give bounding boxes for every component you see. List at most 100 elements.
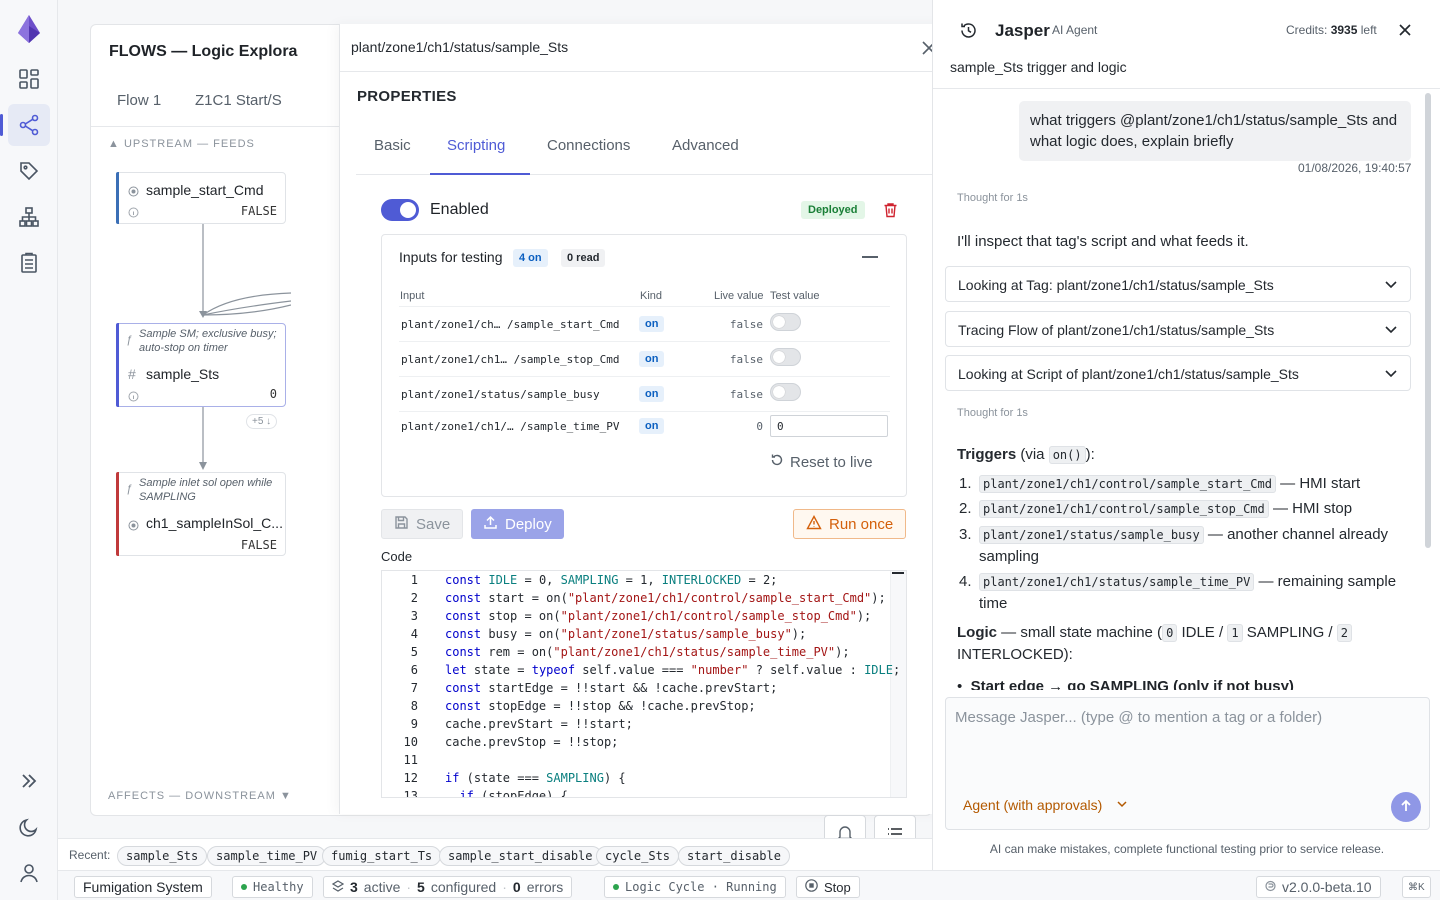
dashboard-icon[interactable] <box>8 58 50 100</box>
test-value-input[interactable]: 0 <box>770 415 888 437</box>
node-sample-inlet-sol[interactable]: ƒ Sample inlet sol open while SAMPLING c… <box>116 472 286 556</box>
step-tag[interactable]: Looking at Tag: plant/zone1/ch1/status/s… <box>945 266 1411 302</box>
reset-to-live-button[interactable]: Reset to live <box>770 453 873 471</box>
shortcut-badge[interactable]: ⌘K <box>1402 876 1431 898</box>
moon-icon[interactable] <box>8 806 50 848</box>
on-count-badge: 4 on <box>513 249 548 267</box>
flows-icon[interactable] <box>0 104 50 146</box>
node-accent <box>116 172 119 224</box>
hierarchy-icon[interactable] <box>8 196 50 238</box>
system-name[interactable]: Fumigation System <box>74 876 212 898</box>
status-bar: Fumigation System Healthy 3 active · 5 conf… <box>58 870 1440 900</box>
stats-badge[interactable]: 3 active · 5 configured · 0 errors <box>323 876 573 898</box>
tab-connections[interactable]: Connections <box>547 137 630 154</box>
recent-item[interactable]: sample_time_PV <box>207 846 327 866</box>
input-name: plant/zone1/ch… /sample_start_Cmd <box>401 318 620 331</box>
save-button[interactable]: Save <box>381 509 464 539</box>
kind-badge: on <box>639 386 665 402</box>
logic-title: Logic <box>957 624 997 641</box>
conversation-title: sample_Sts trigger and logic <box>950 59 1127 75</box>
node-accent <box>116 323 119 407</box>
step-script[interactable]: Looking at Script of plant/zone1/ch1/sta… <box>945 355 1411 391</box>
stop-button[interactable]: Stop <box>796 876 860 898</box>
agent-panel: Jasper AI Agent Credits: 3935 left sampl… <box>932 0 1440 870</box>
stop-label: Stop <box>824 879 851 895</box>
user-message: what triggers @plant/zone1/ch1/status/sa… <box>1019 101 1411 161</box>
mode-select[interactable]: Agent (with approvals) <box>963 797 1128 813</box>
tags-icon[interactable] <box>8 150 50 192</box>
live-value: 0 <box>756 420 763 433</box>
node-sample-start-cmd[interactable]: sample_start_Cmd FALSE <box>116 172 286 224</box>
code-label: Code <box>381 549 413 564</box>
tab-scripting[interactable]: Scripting <box>447 137 505 154</box>
bullet-item: • Start edge → go SAMPLING (only if not … <box>957 676 1417 690</box>
enabled-toggle[interactable] <box>381 199 419 221</box>
list-number: 2. <box>959 500 972 517</box>
downstream-label: AFFECTS — DOWNSTREAM ▼ <box>108 790 292 802</box>
version-badge[interactable]: v2.0.0-beta.10 <box>1256 876 1381 898</box>
deploy-button[interactable]: Deploy <box>471 509 564 539</box>
state-label: IDLE / <box>1181 624 1224 641</box>
node-value: FALSE <box>240 204 277 218</box>
node-sample-sts[interactable]: ƒ Sample SM; exclusive busy; auto-stop o… <box>116 323 286 407</box>
expand-icon[interactable] <box>8 760 50 802</box>
thought-label[interactable]: Thought for 1s <box>957 192 1028 204</box>
step-label: Looking at Tag: plant/zone1/ch1/status/s… <box>958 277 1274 293</box>
logic-cycle-badge[interactable]: Logic Cycle · Running <box>604 876 786 898</box>
step-label: Tracing Flow of plant/zone1/ch1/status/s… <box>958 322 1275 338</box>
app-logo-icon[interactable] <box>8 8 50 50</box>
tab-advanced[interactable]: Advanced <box>672 137 739 154</box>
running-dot <box>613 884 619 890</box>
version-label: v2.0.0-beta.10 <box>1282 879 1372 895</box>
send-button[interactable] <box>1391 792 1421 822</box>
node-description: Sample inlet sol open while SAMPLING <box>139 477 273 503</box>
info-icon[interactable] <box>128 389 139 405</box>
test-toggle[interactable] <box>770 348 801 366</box>
live-value: false <box>729 388 763 401</box>
collapse-icon[interactable] <box>862 256 878 258</box>
active-label: active <box>363 879 401 895</box>
input-name: plant/zone1/ch1… /sample_stop_Cmd <box>401 353 620 366</box>
test-toggle[interactable] <box>770 313 801 331</box>
message-composer: Message Jasper... (type @ to mention a t… <box>945 697 1430 830</box>
message-input[interactable]: Message Jasper... (type @ to mention a t… <box>955 709 1322 726</box>
health-label: Healthy <box>253 880 304 894</box>
enabled-label: Enabled <box>430 201 489 218</box>
run-once-button[interactable]: Run once <box>793 509 907 539</box>
more-downstream-chip[interactable]: +5 ↓ <box>246 414 278 429</box>
input-name: plant/zone1/ch1/… /sample_time_PV <box>401 420 620 433</box>
deploy-label: Deploy <box>505 515 552 533</box>
reports-icon[interactable] <box>8 242 50 284</box>
test-toggle[interactable] <box>770 383 801 401</box>
recent-item[interactable]: fumig_start_Ts <box>322 846 442 866</box>
info-icon[interactable] <box>128 205 139 221</box>
input-name: plant/zone1/status/sample_busy <box>401 388 600 401</box>
user-icon[interactable] <box>8 852 50 894</box>
active-count: 3 <box>350 879 358 895</box>
recent-item[interactable]: sample_start_disable <box>439 846 602 866</box>
history-icon[interactable] <box>959 21 978 43</box>
triggers-title: Triggers <box>957 446 1017 463</box>
chat-scrollbar[interactable] <box>1425 93 1431 548</box>
recent-item[interactable]: start_disable <box>678 846 790 866</box>
close-panel-icon[interactable] <box>1395 20 1415 43</box>
step-flow[interactable]: Tracing Flow of plant/zone1/ch1/status/s… <box>945 311 1411 347</box>
properties-panel: plant/zone1/ch1/status/sample_Sts PROPER… <box>339 24 958 814</box>
health-badge[interactable]: Healthy <box>232 876 313 898</box>
function-icon: ƒ <box>126 483 133 495</box>
reset-icon <box>770 453 784 471</box>
thought-label[interactable]: Thought for 1s <box>957 407 1028 419</box>
trash-icon[interactable] <box>883 202 898 221</box>
recent-label: Recent: <box>69 848 111 862</box>
disclaimer: AI can make mistakes, complete functiona… <box>989 842 1385 856</box>
col-live: Live value <box>714 290 764 302</box>
tag-path: plant/zone1/ch1/status/sample_Sts <box>351 39 569 55</box>
code-editor[interactable]: 1 const IDLE = 0, SAMPLING = 1, INTERLOCK… <box>381 570 907 798</box>
credits-suffix: left <box>1360 23 1377 37</box>
list-number: 3. <box>959 526 972 543</box>
recent-item[interactable]: cycle_Sts <box>596 846 680 866</box>
tab-basic[interactable]: Basic <box>374 137 411 154</box>
recent-item[interactable]: sample_Sts <box>117 846 208 866</box>
list-number: 4. <box>959 573 972 590</box>
warning-icon <box>806 514 822 534</box>
